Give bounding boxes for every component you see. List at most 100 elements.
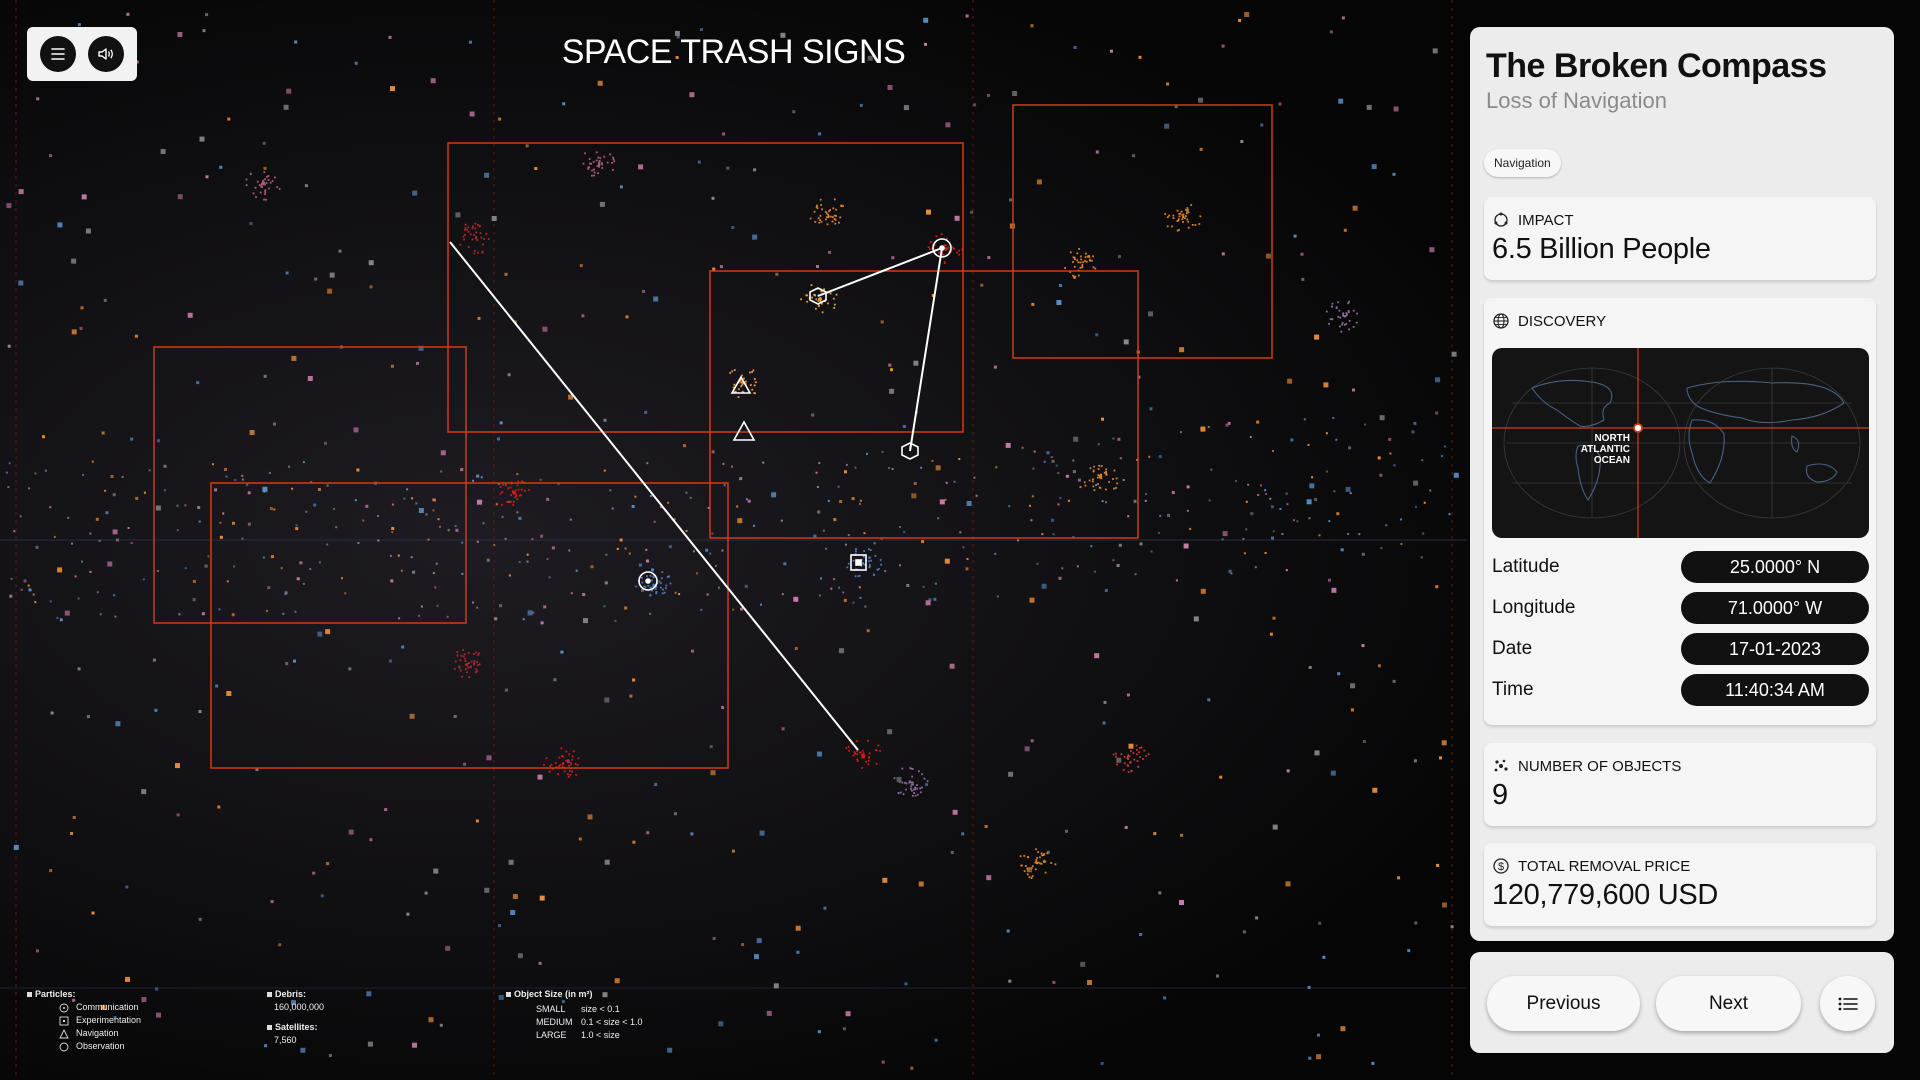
- debris-dot: [1143, 749, 1146, 752]
- particle: [1366, 104, 1372, 110]
- particle: [218, 608, 221, 611]
- debris-dot: [480, 236, 483, 239]
- debris-dot: [856, 760, 859, 762]
- debris-dot: [921, 773, 923, 776]
- debris-dot: [733, 383, 736, 386]
- particle: [1221, 252, 1225, 256]
- navigation-icon: [59, 1028, 69, 1038]
- list-button[interactable]: [1820, 976, 1875, 1031]
- particle: [318, 561, 321, 564]
- particle: [143, 491, 146, 494]
- debris-dot: [751, 371, 753, 373]
- debris-dot: [562, 763, 565, 765]
- debris-dot: [641, 581, 644, 584]
- particle: [412, 190, 418, 196]
- particle: [480, 476, 483, 479]
- particle: [1032, 467, 1035, 470]
- next-button[interactable]: Next: [1656, 976, 1801, 1031]
- particle: [156, 1012, 161, 1018]
- debris-dot: [1185, 215, 1187, 217]
- particle: [540, 621, 544, 625]
- particle: [110, 475, 114, 478]
- debris-dot: [474, 671, 477, 674]
- debris-dot: [264, 193, 266, 195]
- debris-dot: [269, 181, 272, 184]
- debris-dot: [584, 152, 586, 155]
- particle: [753, 168, 757, 172]
- particle: [1335, 438, 1338, 441]
- particle: [302, 582, 305, 585]
- particle: [945, 481, 948, 484]
- debris-dot: [469, 233, 472, 236]
- particle: [754, 954, 759, 960]
- particle: [155, 987, 159, 991]
- debris-dot: [1123, 762, 1126, 765]
- particle: [654, 783, 658, 786]
- particle: [49, 154, 52, 158]
- debris-dot: [1081, 266, 1084, 269]
- particle: [192, 579, 196, 583]
- debris-dot: [826, 223, 829, 226]
- particle: [1308, 666, 1312, 669]
- particle: [494, 617, 498, 621]
- debris-dot: [1171, 225, 1173, 228]
- debris-dot: [1093, 465, 1095, 468]
- debris-dot: [835, 293, 838, 296]
- debris-dot: [815, 298, 818, 301]
- particle: [1300, 252, 1304, 256]
- time-label: Time: [1492, 679, 1534, 700]
- particle: [818, 462, 821, 465]
- particle: [317, 631, 323, 637]
- particle: [996, 595, 999, 598]
- previous-button[interactable]: Previous: [1487, 976, 1640, 1031]
- particle: [645, 548, 648, 551]
- particle: [8, 462, 11, 465]
- debris-dot: [919, 791, 922, 794]
- particle: [1255, 916, 1259, 920]
- debris-dot: [1132, 752, 1135, 754]
- particle: [273, 422, 276, 426]
- particle: [341, 577, 343, 580]
- particle: [434, 586, 437, 589]
- particle: [994, 552, 997, 555]
- debris-dot: [245, 178, 248, 181]
- particle: [432, 509, 435, 512]
- particle: [539, 895, 545, 901]
- particle: [1159, 514, 1162, 517]
- particle: [142, 578, 145, 581]
- particle: [866, 452, 868, 455]
- debris-dot: [911, 789, 913, 792]
- particle: [1059, 497, 1062, 500]
- debris-dot: [1026, 873, 1029, 876]
- debris-dot: [612, 156, 614, 159]
- particle: [1377, 664, 1381, 668]
- debris-dot: [560, 747, 563, 750]
- debris-dot: [865, 760, 867, 763]
- particle: [192, 598, 196, 602]
- particle: [866, 629, 870, 633]
- particle: [833, 578, 836, 581]
- debris-dot: [1080, 255, 1082, 258]
- debris-dot: [1142, 758, 1144, 760]
- debris-dot: [595, 151, 598, 154]
- debris-dot: [1116, 482, 1119, 485]
- particle: [1145, 493, 1147, 495]
- particle: [1153, 832, 1157, 836]
- particle: [57, 222, 63, 228]
- debris-dot: [563, 770, 566, 773]
- category-tag[interactable]: Navigation: [1484, 149, 1561, 177]
- debris-dot: [466, 671, 468, 674]
- particle: [715, 564, 717, 567]
- debris-dot: [1138, 747, 1141, 749]
- debris-dot: [868, 566, 871, 569]
- debris-dot: [852, 754, 855, 757]
- debris-dot: [459, 659, 462, 662]
- debris-dot: [520, 494, 522, 496]
- particle: [1114, 486, 1117, 489]
- debris-dot: [901, 781, 904, 784]
- debris-dot: [516, 498, 519, 501]
- experimentation-icon: [59, 1016, 69, 1025]
- particle: [28, 487, 31, 490]
- particle: [1095, 333, 1099, 337]
- particle: [1245, 528, 1248, 531]
